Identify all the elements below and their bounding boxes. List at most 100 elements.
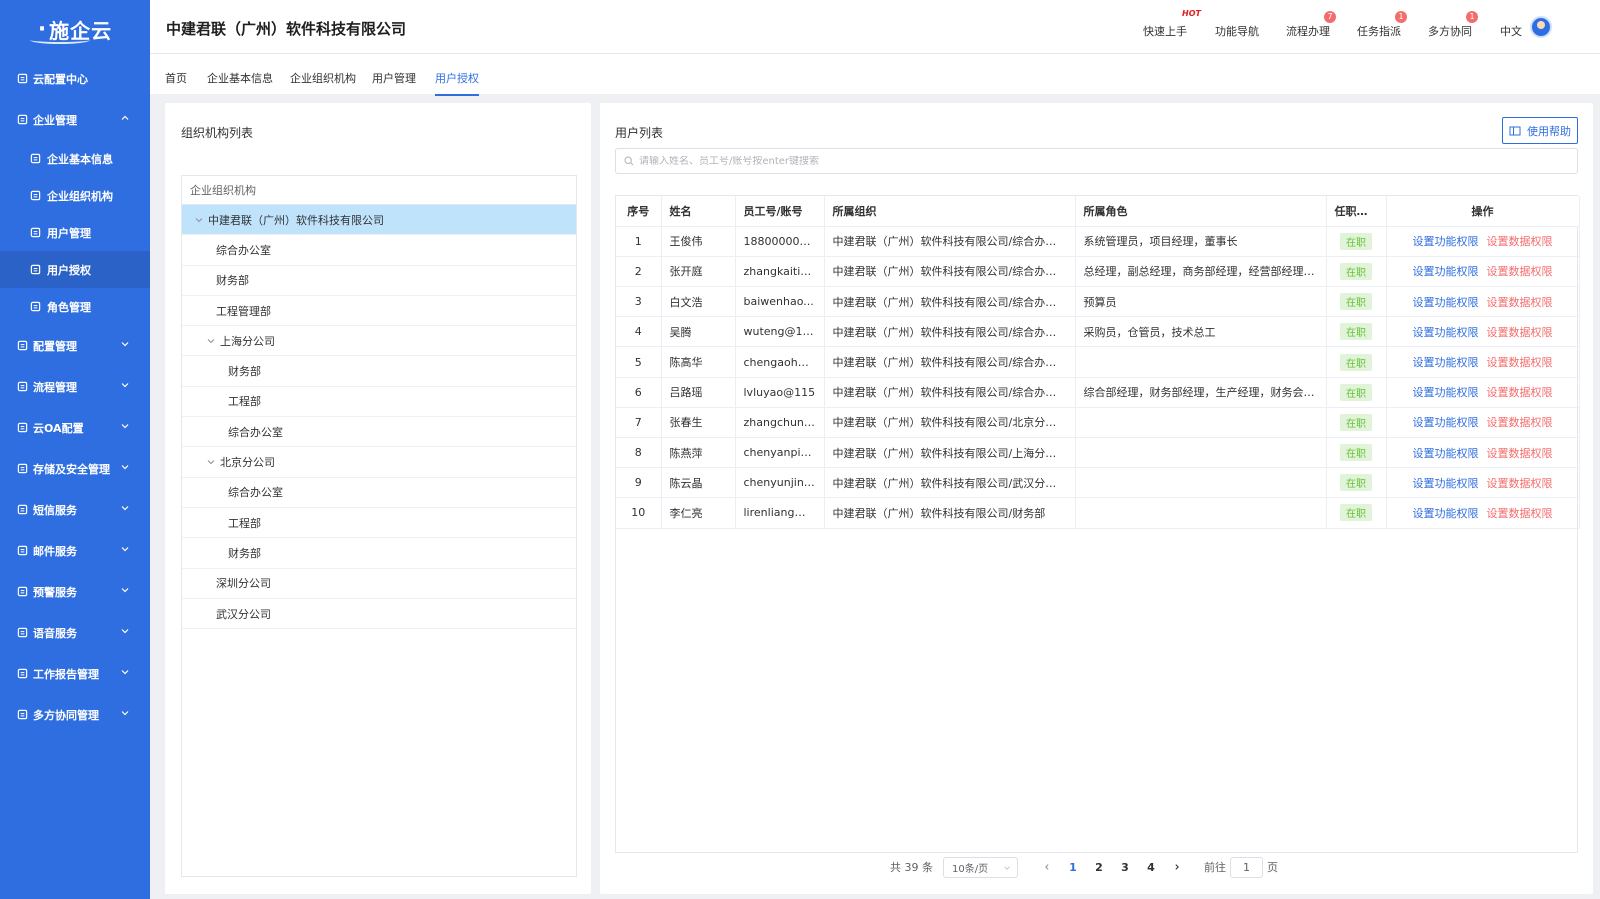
chevron-right-icon <box>1175 863 1179 870</box>
tree-node-label: 财务部 <box>216 274 249 288</box>
logo[interactable]: · 施企云 <box>0 0 150 58</box>
sidebar-subitem-2[interactable]: 用户管理 <box>0 214 150 251</box>
tree-node[interactable]: 工程部 <box>182 508 576 539</box>
header-nav-0[interactable]: 快速上手 HOT <box>1143 9 1201 39</box>
flow-icon <box>17 381 27 392</box>
table-cell: lvluyao@115 <box>735 377 825 408</box>
tree-node[interactable]: 上海分公司 <box>182 326 576 357</box>
sidebar-menu: 云配置中心 企业管理 企业基本信息 企业组织机构 用户管理 用户授权 角色管理 配置管理 流程管… <box>0 58 150 735</box>
header-nav-4[interactable]: 多方协同 1 <box>1428 11 1478 39</box>
org-panel-title: 组织机构列表 <box>181 126 254 140</box>
page-size-select[interactable]: 10条/页 <box>943 856 1018 878</box>
set-function-permission-link[interactable]: 设置功能权限 <box>1413 235 1479 248</box>
set-data-permission-link[interactable]: 设置数据权限 <box>1487 356 1553 369</box>
user-panel-title: 用户列表 <box>615 126 664 140</box>
status-badge: 在职 <box>1340 323 1372 341</box>
tree-node[interactable]: 深圳分公司 <box>182 569 576 599</box>
set-function-permission-link[interactable]: 设置功能权限 <box>1413 507 1479 520</box>
sidebar-item-6[interactable]: 短信服务 <box>0 489 150 530</box>
sidebar-item-2[interactable]: 配置管理 <box>0 325 150 366</box>
table-cell: 10 <box>616 497 662 529</box>
set-data-permission-link[interactable]: 设置数据权限 <box>1487 416 1553 429</box>
table-cell: 张春生 <box>661 407 736 439</box>
actions-cell: 设置功能权限 设置数据权限 <box>1386 437 1580 469</box>
tab-1[interactable]: 企业基本信息 <box>207 70 273 94</box>
header-nav-2[interactable]: 流程办理 7 <box>1286 11 1336 39</box>
goto-page-input[interactable]: 1 <box>1230 856 1263 878</box>
sidebar-item-10[interactable]: 工作报告管理 <box>0 653 150 694</box>
set-function-permission-link[interactable]: 设置功能权限 <box>1413 386 1479 399</box>
tree-node[interactable]: 综合办公室 <box>182 478 576 508</box>
set-data-permission-link[interactable]: 设置数据权限 <box>1487 386 1553 399</box>
set-data-permission-link[interactable]: 设置数据权限 <box>1487 447 1553 460</box>
tab-2[interactable]: 企业组织机构 <box>290 70 356 94</box>
oa-icon <box>17 422 27 433</box>
sidebar-item-9[interactable]: 语音服务 <box>0 612 150 653</box>
table-cell: 在职 <box>1326 407 1387 439</box>
storage-icon <box>17 463 27 474</box>
set-data-permission-link[interactable]: 设置数据权限 <box>1487 265 1553 278</box>
set-data-permission-link[interactable]: 设置数据权限 <box>1487 507 1553 520</box>
caret-down-icon[interactable] <box>206 336 216 346</box>
sidebar-item-label: 邮件服务 <box>33 544 77 558</box>
sidebar-item-3[interactable]: 流程管理 <box>0 366 150 407</box>
sidebar-item-0[interactable]: 云配置中心 <box>0 58 150 99</box>
set-data-permission-link[interactable]: 设置数据权限 <box>1487 296 1553 309</box>
sidebar-item-11[interactable]: 多方协同管理 <box>0 694 150 735</box>
set-data-permission-link[interactable]: 设置数据权限 <box>1487 235 1553 248</box>
sidebar-subitem-1[interactable]: 企业组织机构 <box>0 177 150 214</box>
tree-node[interactable]: 财务部 <box>182 538 576 569</box>
caret-down-icon[interactable] <box>206 457 216 467</box>
page-number[interactable]: 2 <box>1086 861 1112 874</box>
page-number[interactable]: 3 <box>1112 861 1138 874</box>
table-cell: 白文浩 <box>661 286 736 318</box>
search-input[interactable] <box>639 155 1577 167</box>
help-button[interactable]: 使用帮助 <box>1502 117 1578 144</box>
set-function-permission-link[interactable]: 设置功能权限 <box>1413 265 1479 278</box>
set-data-permission-link[interactable]: 设置数据权限 <box>1487 477 1553 490</box>
set-function-permission-link[interactable]: 设置功能权限 <box>1413 447 1479 460</box>
sidebar-subitem-0[interactable]: 企业基本信息 <box>0 140 150 177</box>
set-data-permission-link[interactable]: 设置数据权限 <box>1487 326 1553 339</box>
sidebar-item-8[interactable]: 预警服务 <box>0 571 150 612</box>
tree-node[interactable]: 武汉分公司 <box>182 599 576 630</box>
sidebar-subitem-4[interactable]: 角色管理 <box>0 288 150 325</box>
table-cell: 在职 <box>1326 256 1387 288</box>
next-page-button[interactable] <box>1164 861 1190 874</box>
tree-node[interactable]: 工程管理部 <box>182 296 576 327</box>
tree-node[interactable]: 财务部 <box>182 266 576 296</box>
set-function-permission-link[interactable]: 设置功能权限 <box>1413 296 1479 309</box>
tree-node[interactable]: 中建君联（广州）软件科技有限公司 <box>182 205 576 236</box>
tree-node[interactable]: 工程部 <box>182 387 576 418</box>
table-cell: 吴腾 <box>661 316 736 348</box>
sidebar-item-1[interactable]: 企业管理 <box>0 99 150 140</box>
header-nav-1[interactable]: 功能导航 <box>1215 23 1259 39</box>
tree-node-label: 深圳分公司 <box>216 577 271 591</box>
set-function-permission-link[interactable]: 设置功能权限 <box>1413 326 1479 339</box>
set-function-permission-link[interactable]: 设置功能权限 <box>1413 477 1479 490</box>
prev-page-button[interactable] <box>1034 861 1060 874</box>
set-function-permission-link[interactable]: 设置功能权限 <box>1413 416 1479 429</box>
header-nav-3[interactable]: 任务指派 1 <box>1357 11 1407 39</box>
tab-3[interactable]: 用户管理 <box>372 70 416 94</box>
page-size-value: 10条/页 <box>952 863 989 875</box>
set-function-permission-link[interactable]: 设置功能权限 <box>1413 356 1479 369</box>
sidebar-subitem-3[interactable]: 用户授权 <box>0 251 150 288</box>
voice-icon <box>17 627 27 638</box>
caret-down-icon[interactable] <box>194 215 204 225</box>
tree-node[interactable]: 综合办公室 <box>182 235 576 266</box>
tab-0[interactable]: 首页 <box>165 70 187 94</box>
sidebar-item-7[interactable]: 邮件服务 <box>0 530 150 571</box>
table-cell: 中建君联（广州）软件科技有限公司/综合办公室 <box>824 226 1076 257</box>
table-cell: chengaohua... <box>735 346 825 378</box>
avatar[interactable] <box>1530 16 1552 38</box>
tab-4[interactable]: 用户授权 <box>435 70 479 96</box>
page-number[interactable]: 1 <box>1060 861 1086 874</box>
tree-node[interactable]: 北京分公司 <box>182 447 576 478</box>
tree-node[interactable]: 综合办公室 <box>182 417 576 448</box>
tree-node[interactable]: 财务部 <box>182 356 576 387</box>
sidebar-item-4[interactable]: 云OA配置 <box>0 407 150 448</box>
page-number[interactable]: 4 <box>1138 861 1164 874</box>
sidebar-item-label: 多方协同管理 <box>33 708 99 722</box>
sidebar-item-5[interactable]: 存储及安全管理 <box>0 448 150 489</box>
